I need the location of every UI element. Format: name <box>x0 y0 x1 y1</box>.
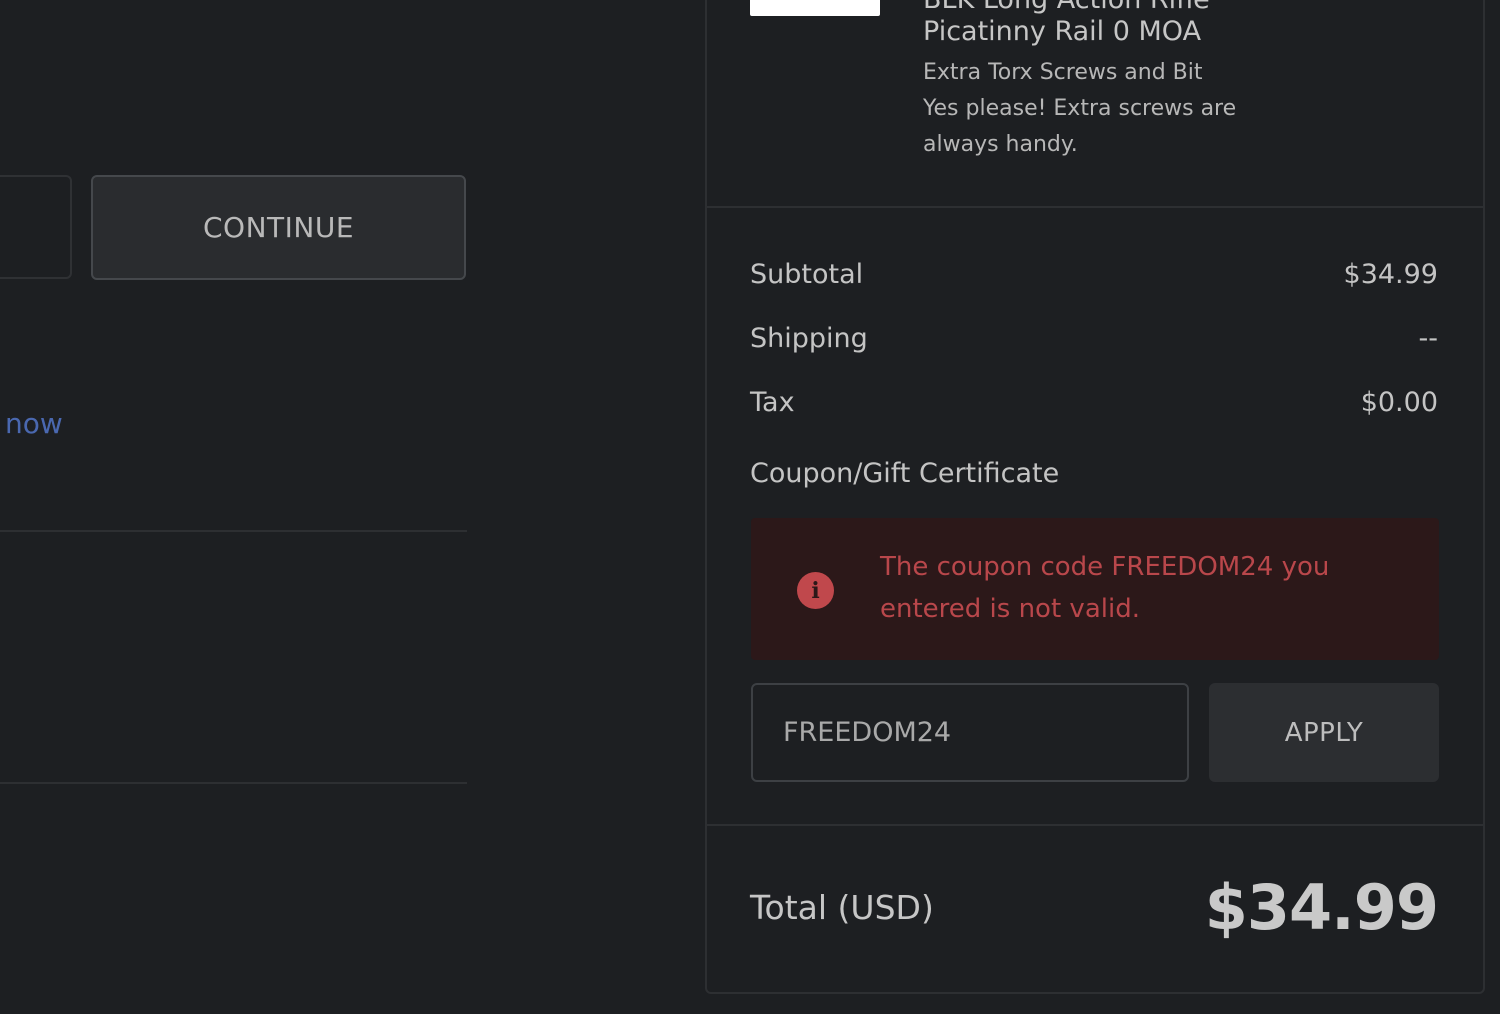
total-value: $34.99 <box>1204 871 1439 944</box>
summary-divider <box>707 206 1483 208</box>
shipping-row: Shipping -- <box>750 318 1438 358</box>
tax-label: Tax <box>750 386 795 418</box>
apply-coupon-button[interactable]: APPLY <box>1209 683 1439 782</box>
section-divider <box>0 530 467 532</box>
info-circle-icon: i <box>797 572 834 609</box>
total-label: Total (USD) <box>750 888 934 927</box>
checkout-page: CONTINUE now BLK Long Action Rifle Picat… <box>0 0 1500 1014</box>
section-divider <box>0 782 467 784</box>
tax-value: $0.00 <box>1360 386 1438 418</box>
continue-button[interactable]: CONTINUE <box>91 175 466 280</box>
coupon-label: Coupon/Gift Certificate <box>750 458 1060 489</box>
inline-link[interactable]: now <box>5 404 63 444</box>
subtotal-row: Subtotal $34.99 <box>750 254 1438 294</box>
product-thumbnail <box>750 0 880 16</box>
subtotal-label: Subtotal <box>750 258 864 290</box>
shipping-label: Shipping <box>750 322 868 354</box>
subtotal-value: $34.99 <box>1343 258 1438 290</box>
product-title-line2: Picatinny Rail 0 MOA <box>923 16 1202 47</box>
coupon-error-message: The coupon code FREEDOM24 you entered is… <box>880 552 1330 624</box>
product-option-value: Yes please! Extra screws are always hand… <box>923 96 1237 157</box>
summary-divider <box>707 824 1483 826</box>
product-option-name: Extra Torx Screws and Bit <box>923 60 1203 85</box>
coupon-code-input[interactable] <box>751 683 1189 782</box>
shipping-value: -- <box>1418 322 1439 354</box>
back-button[interactable] <box>0 175 72 279</box>
tax-row: Tax $0.00 <box>750 382 1438 422</box>
